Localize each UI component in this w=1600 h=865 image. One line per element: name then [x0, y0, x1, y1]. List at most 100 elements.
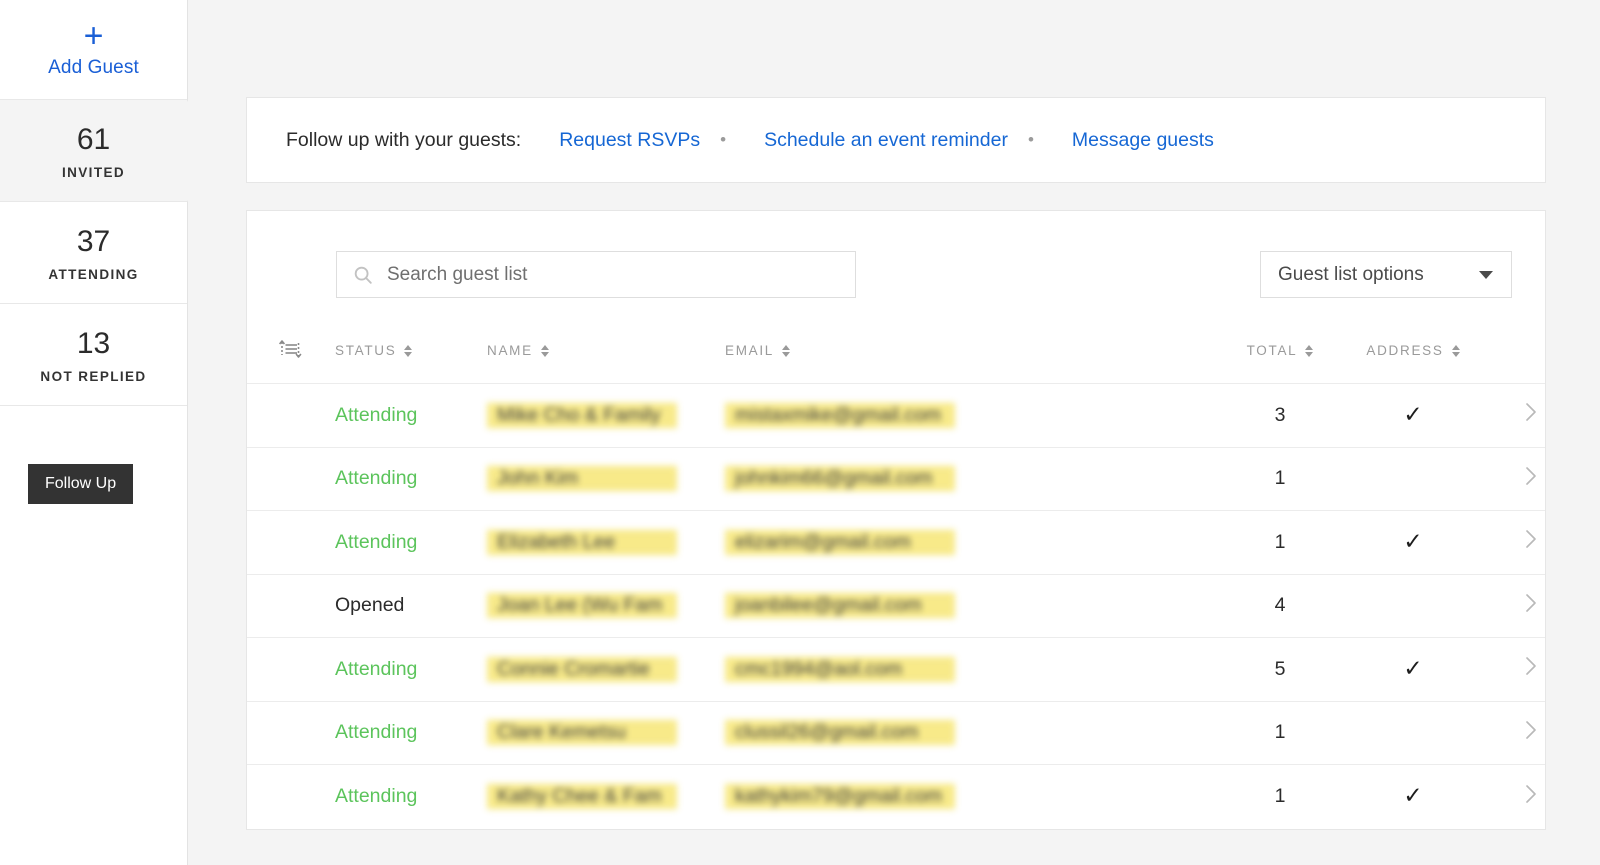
table-row[interactable]: Attending John Kim johnkim66@gmail.com 1: [247, 447, 1545, 511]
guest-status: Attending: [335, 657, 418, 680]
table-row[interactable]: Attending Clare Kemetsu clussil26@gmail.co…: [247, 701, 1545, 765]
row-detail-button[interactable]: [1491, 574, 1545, 638]
follow-up-section: Follow Up: [0, 406, 187, 504]
guest-total: 1: [1274, 467, 1286, 490]
request-rsvps-link[interactable]: Request RSVPs: [559, 129, 700, 152]
column-header-total[interactable]: TOTAL: [1225, 338, 1335, 384]
sort-arrows-icon[interactable]: [404, 344, 413, 357]
guest-address: [1335, 701, 1491, 765]
guest-email-value: joanbilee@gmail.com: [725, 590, 955, 622]
guest-total: 5: [1274, 657, 1286, 680]
chevron-right-icon[interactable]: [1523, 398, 1540, 426]
guest-stats-sidebar: + Add Guest 61 INVITED 37 ATTENDING 13 N…: [0, 0, 212, 865]
table-row[interactable]: Attending Kathy Chee & Fam kathykim79@gmai…: [247, 764, 1545, 829]
column-header-email-label: EMAIL: [725, 343, 775, 358]
guest-list-controls: Guest list options: [247, 211, 1545, 338]
guest-name: Kathy Chee & Fam: [487, 765, 725, 829]
message-guests-link[interactable]: Message guests: [1072, 129, 1214, 152]
guest-email-value: elizarim@gmail.com: [725, 526, 955, 558]
guest-status: Attending: [335, 403, 418, 426]
search-icon: [352, 264, 374, 286]
guest-list-options-label: Guest list options: [1278, 263, 1424, 285]
add-guest-button[interactable]: + Add Guest: [0, 0, 187, 100]
sort-arrows-icon[interactable]: [782, 344, 791, 357]
guest-total: 1: [1274, 721, 1286, 744]
main-content: Follow up with your guests: Request RSVP…: [188, 0, 1600, 865]
sort-order-header[interactable]: [247, 338, 335, 384]
guest-name-value: Clare Kemetsu: [487, 717, 677, 749]
guest-total: 3: [1274, 403, 1286, 426]
check-icon: ✓: [1403, 782, 1423, 808]
guest-email: kathykim79@gmail.com: [725, 765, 1225, 829]
guest-address: [1335, 447, 1491, 511]
search-guest-list-box[interactable]: [336, 251, 856, 298]
guest-address: ✓: [1335, 511, 1491, 575]
guest-status: Attending: [335, 530, 418, 553]
guest-address: [1335, 574, 1491, 638]
column-header-address-label: ADDRESS: [1366, 343, 1444, 358]
guest-status: Attending: [335, 467, 418, 490]
sort-order-icon[interactable]: [278, 340, 302, 363]
column-header-address[interactable]: ADDRESS: [1335, 338, 1491, 384]
guest-name-value: John Kim: [487, 463, 677, 495]
follow-up-button[interactable]: Follow Up: [28, 464, 134, 504]
sidebar-item-not-replied[interactable]: 13 NOT REPLIED: [0, 304, 187, 406]
row-detail-button[interactable]: [1491, 765, 1545, 829]
column-header-total-label: TOTAL: [1246, 343, 1298, 358]
row-spacer: [247, 447, 335, 511]
column-header-status[interactable]: STATUS: [335, 338, 487, 384]
guest-address: ✓: [1335, 638, 1491, 702]
row-spacer: [247, 574, 335, 638]
table-row[interactable]: Attending Connie Cromartie cmc1994@aol.com…: [247, 637, 1545, 702]
sidebar-item-attending[interactable]: 37 ATTENDING: [0, 202, 187, 304]
sidebar-item-invited[interactable]: 61 INVITED: [0, 100, 212, 202]
guest-email: clussil26@gmail.com: [725, 701, 1225, 765]
row-detail-button[interactable]: [1491, 701, 1545, 765]
guest-name: Mike Cho & Family: [487, 384, 725, 448]
sort-arrows-icon[interactable]: [1305, 344, 1314, 357]
follow-up-prompt: Follow up with your guests:: [286, 128, 522, 151]
plus-icon: +: [83, 16, 104, 55]
chevron-right-icon[interactable]: [1523, 589, 1540, 617]
row-spacer: [247, 701, 335, 765]
row-detail-button[interactable]: [1491, 638, 1545, 702]
guest-status: Attending: [335, 785, 418, 807]
guest-email: elizarim@gmail.com: [725, 511, 1225, 575]
row-detail-button[interactable]: [1491, 511, 1545, 575]
column-header-email[interactable]: EMAIL: [725, 338, 1225, 384]
guest-status: Opened: [335, 594, 405, 617]
add-guest-label: Add Guest: [48, 56, 139, 78]
banner-separator-1: •: [720, 130, 727, 149]
table-row[interactable]: Attending Elizabeth Lee elizarim@gmail.com…: [247, 510, 1545, 575]
chevron-down-icon: [1479, 270, 1493, 279]
search-input[interactable]: [387, 263, 817, 286]
guest-email-value: mistaxmike@gmail.com: [725, 399, 955, 431]
attending-count: 37: [76, 224, 111, 258]
guest-list-options-dropdown[interactable]: Guest list options: [1260, 251, 1512, 298]
row-detail-button[interactable]: [1491, 384, 1545, 448]
chevron-right-icon[interactable]: [1523, 716, 1540, 744]
chevron-right-icon[interactable]: [1523, 462, 1540, 490]
schedule-event-reminder-link[interactable]: Schedule an event reminder: [764, 129, 1008, 152]
table-row[interactable]: Opened Joan Lee (Wu Fam joanbilee@gmail.co…: [247, 574, 1545, 638]
column-header-name[interactable]: NAME: [487, 338, 725, 384]
attending-label: ATTENDING: [48, 266, 139, 282]
guest-name-value: Kathy Chee & Fam: [487, 781, 677, 812]
row-spacer: [247, 384, 335, 448]
check-icon: ✓: [1403, 527, 1423, 554]
chevron-right-icon[interactable]: [1523, 525, 1540, 553]
guest-name: Clare Kemetsu: [487, 701, 725, 765]
guest-email-value: kathykim79@gmail.com: [725, 781, 955, 812]
row-detail-button[interactable]: [1491, 447, 1545, 511]
row-spacer: [247, 765, 335, 829]
sort-arrows-icon[interactable]: [1451, 344, 1460, 357]
table-header: STATUS NAME EMAIL TOTAL ADDRESS: [247, 338, 1545, 384]
chevron-right-icon[interactable]: [1523, 652, 1540, 680]
guest-name-value: Connie Cromartie: [487, 653, 677, 685]
column-header-name-label: NAME: [487, 343, 533, 358]
table-row[interactable]: Attending Mike Cho & Family mistaxmike@gma…: [247, 383, 1545, 448]
sort-arrows-icon[interactable]: [540, 344, 549, 357]
guest-address: ✓: [1335, 384, 1491, 448]
chevron-right-icon[interactable]: [1523, 780, 1540, 808]
not-replied-label: NOT REPLIED: [40, 368, 147, 384]
